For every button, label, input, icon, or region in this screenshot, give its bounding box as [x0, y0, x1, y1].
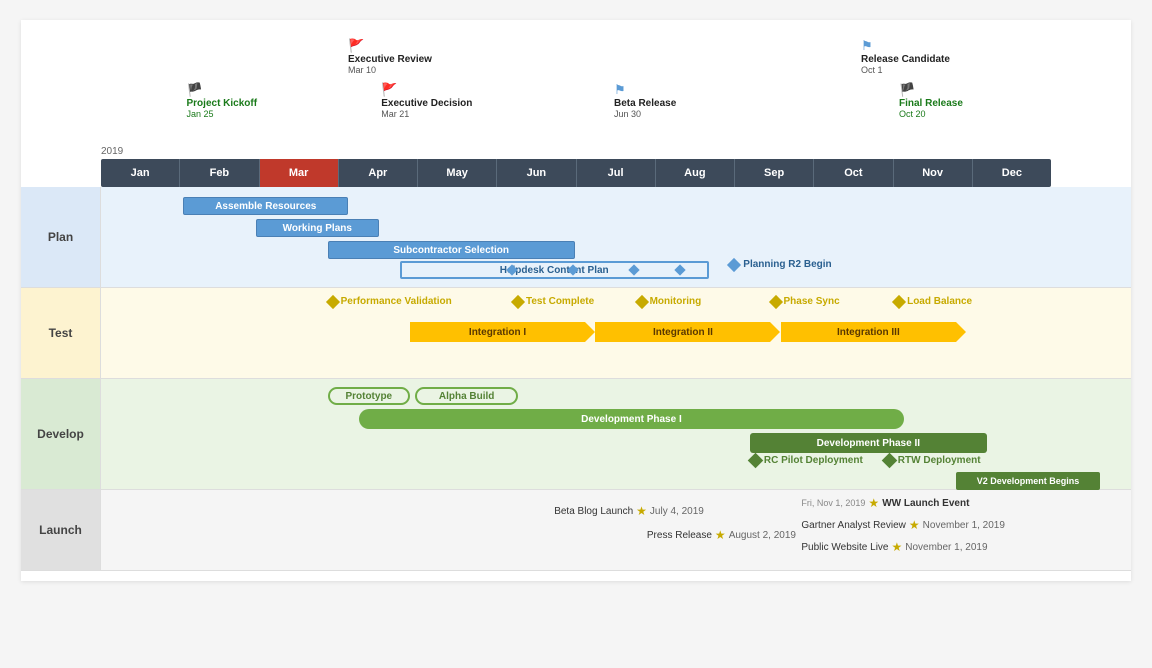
launch-label: Launch	[21, 490, 101, 570]
kickoff-date: Jan 25	[187, 109, 214, 119]
final-release-date: Oct 20	[899, 109, 926, 119]
red-flag-exec-review: 🚩	[348, 38, 364, 54]
month-oct: Oct	[814, 159, 893, 187]
perf-validation: Performance Validation	[328, 296, 452, 307]
beta-title: Beta Release	[614, 98, 676, 109]
event-press-release-date: August 2, 2019	[729, 530, 796, 541]
bar-subcontractor: Subcontractor Selection	[328, 241, 575, 259]
exec-review-date: Mar 10	[348, 65, 376, 75]
bar-dev-phase1: Development Phase I	[359, 409, 905, 429]
integration-1: Integration I	[410, 322, 585, 342]
event-beta-blog-label: Beta Blog Launch	[554, 506, 633, 517]
milestone-exec-review: 🚩 Executive Review Mar 10	[348, 38, 432, 75]
year-label: 2019	[101, 145, 1051, 157]
event-ww-launch: Fri, Nov 1, 2019 ★ WW Launch Event	[801, 496, 969, 510]
milestone-exec-decision: 🚩 Executive Decision Mar 21	[381, 82, 472, 119]
test-content: Performance Validation Test Complete Mon…	[101, 288, 1131, 378]
rc-date: Oct 1	[861, 65, 883, 75]
bar-assemble-resources: Assemble Resources	[183, 197, 348, 215]
blue-flag-rc: ⚑	[861, 38, 873, 54]
bar-v2-dev: V2 Development Begins	[956, 472, 1100, 490]
month-jun: Jun	[497, 159, 576, 187]
exec-decision-title: Executive Decision	[381, 98, 472, 109]
star-icon-4: ★	[909, 518, 920, 532]
integration-3: Integration III	[781, 322, 956, 342]
rtw-deploy: RTW Deployment	[884, 455, 981, 466]
ww-launch-label: WW Launch Event	[882, 498, 969, 509]
ww-launch-prefix: Fri, Nov 1, 2019	[801, 498, 865, 508]
star-icon-5: ★	[891, 540, 902, 554]
milestone-beta-release: ⚑ Beta Release Jun 30	[614, 82, 676, 119]
month-dec: Dec	[973, 159, 1051, 187]
plan-row: Plan Assemble Resources Working Plans Su…	[21, 187, 1131, 288]
kickoff-title: Project Kickoff	[187, 98, 258, 109]
gartner-date: November 1, 2019	[923, 520, 1005, 531]
star-icon-3: ★	[868, 496, 879, 510]
month-jan: Jan	[101, 159, 180, 187]
month-mar: Mar	[260, 159, 339, 187]
bar-dev-phase2: Development Phase II	[750, 433, 987, 453]
star-icon-2: ★	[715, 528, 726, 542]
develop-row: Develop Prototype Alpha Build Developmen…	[21, 379, 1131, 490]
integration-2: Integration II	[595, 322, 770, 342]
milestone-kickoff: 🏴 Project Kickoff Jan 25	[187, 82, 258, 119]
event-gartner: Gartner Analyst Review ★ November 1, 201…	[801, 518, 1005, 532]
develop-content: Prototype Alpha Build Development Phase …	[101, 379, 1131, 489]
bar-prototype: Prototype	[328, 387, 410, 405]
launch-row: Launch Beta Blog Launch ★ July 4, 2019 P…	[21, 490, 1131, 571]
gartner-label: Gartner Analyst Review	[801, 520, 906, 531]
bar-alpha-build: Alpha Build	[415, 387, 518, 405]
gantt-chart: 🏴 Project Kickoff Jan 25 🚩 Executive Rev…	[21, 20, 1131, 581]
rc-pilot: RC Pilot Deployment	[750, 455, 863, 466]
exec-decision-date: Mar 21	[381, 109, 409, 119]
month-may: May	[418, 159, 497, 187]
website-live-label: Public Website Live	[801, 542, 888, 553]
monitoring: Monitoring	[637, 296, 702, 307]
event-press-release: Press Release ★ August 2, 2019	[647, 528, 796, 542]
plan-label: Plan	[21, 187, 101, 287]
green-flag-final: 🏴	[899, 82, 915, 98]
month-sep: Sep	[735, 159, 814, 187]
exec-review-title: Executive Review	[348, 54, 432, 65]
month-apr: Apr	[339, 159, 418, 187]
milestone-final-release: 🏴 Final Release Oct 20	[899, 82, 963, 119]
test-label: Test	[21, 288, 101, 378]
load-balance: Load Balance	[894, 296, 972, 307]
blue-flag-beta: ⚑	[614, 82, 626, 98]
launch-content: Beta Blog Launch ★ July 4, 2019 Press Re…	[101, 490, 1131, 570]
bar-helpdesk: Helpdesk Content Plan	[400, 261, 709, 279]
month-aug: Aug	[656, 159, 735, 187]
test-row: Test Performance Validation Test Complet…	[21, 288, 1131, 379]
develop-label: Develop	[21, 379, 101, 489]
bar-working-plans: Working Plans	[256, 219, 380, 237]
website-live-date: November 1, 2019	[905, 542, 987, 553]
star-icon-1: ★	[636, 504, 647, 518]
milestones-area: 🏴 Project Kickoff Jan 25 🚩 Executive Rev…	[101, 30, 1051, 145]
beta-date: Jun 30	[614, 109, 641, 119]
event-website-live: Public Website Live ★ November 1, 2019	[801, 540, 987, 554]
milestone-rc: ⚑ Release Candidate Oct 1	[861, 38, 950, 75]
timeline-header: Jan Feb Mar Apr May Jun Jul Aug Sep Oct …	[101, 159, 1051, 187]
final-release-title: Final Release	[899, 98, 963, 109]
event-beta-blog: Beta Blog Launch ★ July 4, 2019	[554, 504, 704, 518]
month-nov: Nov	[894, 159, 973, 187]
month-feb: Feb	[180, 159, 259, 187]
planning-r2: Planning R2 Begin	[729, 259, 831, 270]
green-flag-icon: 🏴	[187, 82, 203, 98]
phase-sync: Phase Sync	[771, 296, 840, 307]
month-jul: Jul	[577, 159, 656, 187]
gantt-body: Plan Assemble Resources Working Plans Su…	[21, 187, 1131, 571]
rc-title: Release Candidate	[861, 54, 950, 65]
plan-content: Assemble Resources Working Plans Subcont…	[101, 187, 1131, 287]
test-complete: Test Complete	[513, 296, 594, 307]
event-beta-blog-date: July 4, 2019	[650, 506, 704, 517]
red-flag-exec-decision: 🚩	[381, 82, 397, 98]
event-press-release-label: Press Release	[647, 530, 712, 541]
